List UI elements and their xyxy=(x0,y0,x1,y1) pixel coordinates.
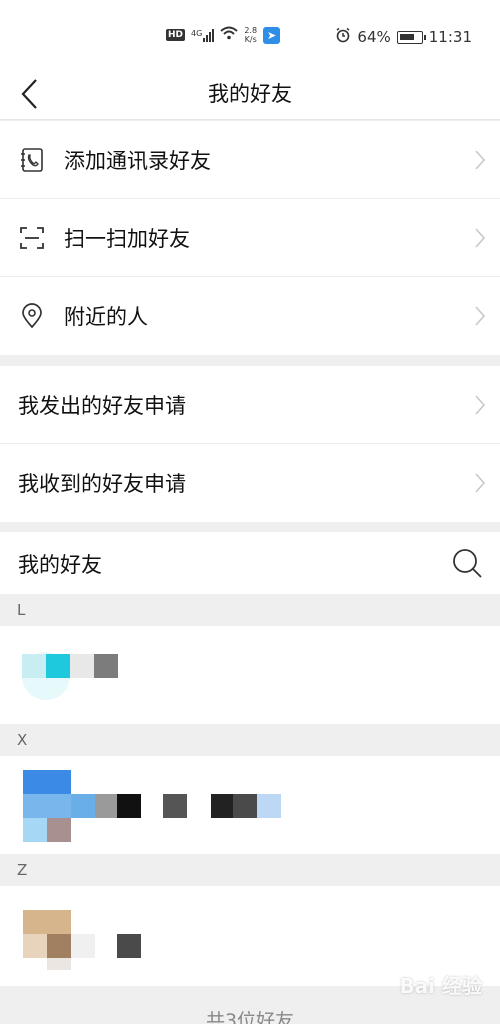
battery-icon xyxy=(396,30,426,44)
chevron-right-icon xyxy=(475,473,486,493)
alarm-icon xyxy=(335,27,351,47)
friend-row[interactable] xyxy=(0,756,500,854)
sent-requests-label: 我发出的好友申请 xyxy=(18,394,186,418)
friend-name-blurred xyxy=(71,794,281,818)
section-letter-l: L xyxy=(0,594,500,626)
avatar xyxy=(23,770,71,842)
friends-header: 我的好友 xyxy=(0,532,500,594)
speed-value: 2.8 xyxy=(244,26,258,35)
received-requests-row[interactable]: 我收到的好友申请 xyxy=(0,444,500,522)
chevron-right-icon xyxy=(475,306,486,326)
sent-requests-row[interactable]: 我发出的好友申请 xyxy=(0,366,500,444)
status-bar: HD 4G 2.8 K/s ➤ 64% 11:31 xyxy=(0,0,500,70)
chevron-right-icon xyxy=(475,395,486,415)
hd-badge: HD xyxy=(166,29,186,41)
contacts-book-icon xyxy=(19,147,45,173)
friend-name-blurred xyxy=(71,934,141,958)
nearby-people-label: 附近的人 xyxy=(64,305,148,329)
nearby-people-row[interactable]: 附近的人 xyxy=(0,277,500,355)
add-friend-options: 添加通讯录好友 扫一扫加好友 附近的人 xyxy=(0,121,500,355)
wifi-icon xyxy=(220,26,238,44)
baidu-watermark: Bai 经验 xyxy=(399,974,482,998)
scan-icon xyxy=(19,225,45,251)
speed-unit: K/s xyxy=(244,35,257,44)
received-requests-label: 我收到的好友申请 xyxy=(18,472,186,496)
section-letter-x: X xyxy=(0,724,500,756)
add-contacts-row[interactable]: 添加通讯录好友 xyxy=(0,121,500,199)
scan-add-row[interactable]: 扫一扫加好友 xyxy=(0,199,500,277)
avatar xyxy=(23,910,71,970)
battery-percent: 64% xyxy=(357,28,391,46)
location-arrow-icon: ➤ xyxy=(263,26,281,44)
friend-name-blurred xyxy=(70,654,118,678)
friend-row[interactable] xyxy=(0,626,500,724)
page-title: 我的好友 xyxy=(208,82,292,106)
chevron-right-icon xyxy=(475,150,486,170)
search-icon[interactable] xyxy=(450,546,484,580)
network-type: 4G xyxy=(191,28,203,38)
add-contacts-label: 添加通讯录好友 xyxy=(64,149,211,173)
signal-icon: 4G xyxy=(191,28,215,42)
friends-header-title: 我的好友 xyxy=(18,553,102,577)
chevron-right-icon xyxy=(475,228,486,248)
scan-add-label: 扫一扫加好友 xyxy=(64,227,190,251)
section-letter-z: Z xyxy=(0,854,500,886)
navigation-bar: 我的好友 xyxy=(0,70,500,120)
clock: 11:31 xyxy=(428,28,472,46)
location-pin-icon xyxy=(19,303,45,329)
status-right: 64% 11:31 xyxy=(335,27,472,47)
network-speed: 2.8 K/s xyxy=(244,26,257,44)
friend-requests: 我发出的好友申请 我收到的好友申请 xyxy=(0,366,500,522)
avatar xyxy=(22,652,70,700)
status-left: HD 4G 2.8 K/s ➤ xyxy=(166,26,281,44)
